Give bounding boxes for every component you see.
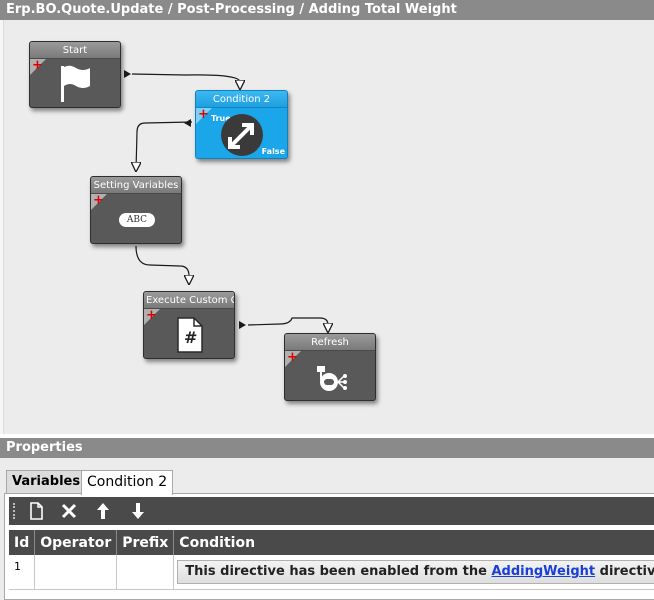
condition-false-label: False <box>261 147 285 156</box>
node-refresh-label: Refresh <box>285 334 375 351</box>
table-header-row: Id Operator Prefix Condition <box>9 530 654 555</box>
conditions-toolbar <box>9 497 654 525</box>
column-header-operator[interactable]: Operator <box>34 530 118 555</box>
hash-symbol: # <box>184 328 198 347</box>
properties-header: Properties <box>0 438 654 458</box>
column-header-id[interactable]: Id <box>9 530 36 555</box>
node-start-label: Start <box>30 42 120 59</box>
connector-condition-setvars <box>136 121 193 170</box>
condition-split-icon <box>220 113 264 158</box>
node-start[interactable]: Start + <box>29 41 121 108</box>
table-row[interactable]: 1 This directive has been enabled from t… <box>9 555 654 590</box>
node-start-output-port[interactable] <box>124 70 131 78</box>
flag-icon <box>58 64 94 107</box>
directive-link[interactable]: AddingWeight <box>491 564 595 579</box>
node-condition-input-port[interactable] <box>184 119 191 127</box>
node-execute-custom-code[interactable]: Execute Custom Code + # <box>143 291 235 359</box>
abc-icon-text: ABC <box>126 215 148 225</box>
node-setting-variables-label: Setting Variables <box>91 177 181 194</box>
node-setting-variables[interactable]: Setting Variables + ABC <box>90 176 182 244</box>
move-down-icon[interactable] <box>127 500 149 522</box>
tab-condition[interactable]: Condition 2 <box>81 470 174 495</box>
node-refresh[interactable]: Refresh + <box>284 333 376 401</box>
add-marker-icon[interactable]: + <box>32 59 43 72</box>
abc-variable-icon: ABC <box>119 213 155 227</box>
cell-prefix[interactable] <box>116 555 175 590</box>
new-icon[interactable] <box>25 500 47 522</box>
connector-setvars-execute <box>135 245 189 283</box>
code-file-icon: # <box>176 316 204 358</box>
cell-id: 1 <box>9 555 36 590</box>
condition-text: This directive has been enabled from the… <box>177 560 654 584</box>
column-header-prefix[interactable]: Prefix <box>116 530 175 555</box>
node-execute-output-port[interactable] <box>239 321 246 329</box>
refresh-data-icon <box>315 364 349 398</box>
add-marker-icon[interactable]: + <box>287 351 298 364</box>
move-up-icon[interactable] <box>92 500 114 522</box>
connector-start-condition <box>131 73 240 88</box>
add-marker-icon[interactable]: + <box>93 194 104 207</box>
cell-condition[interactable]: This directive has been enabled from the… <box>173 555 654 590</box>
node-condition[interactable]: Condition 2 + True False <box>195 90 288 159</box>
column-header-condition[interactable]: Condition <box>173 530 654 555</box>
add-marker-icon[interactable]: + <box>198 108 209 121</box>
node-condition-label: Condition 2 <box>196 91 287 108</box>
tab-variables[interactable]: Variables <box>6 470 87 494</box>
connector-execute-refresh <box>247 317 328 331</box>
workflow-title: Erp.BO.Quote.Update / Post-Processing / … <box>0 0 654 20</box>
node-execute-custom-code-label: Execute Custom Code <box>144 292 234 309</box>
canvas-left-edge <box>0 20 4 434</box>
toolbar-grip <box>13 503 15 519</box>
add-marker-icon[interactable]: + <box>146 309 157 322</box>
delete-icon[interactable] <box>58 500 80 522</box>
conditions-table: Id Operator Prefix Condition 1 This dire… <box>9 530 654 590</box>
cell-operator[interactable] <box>34 555 118 590</box>
